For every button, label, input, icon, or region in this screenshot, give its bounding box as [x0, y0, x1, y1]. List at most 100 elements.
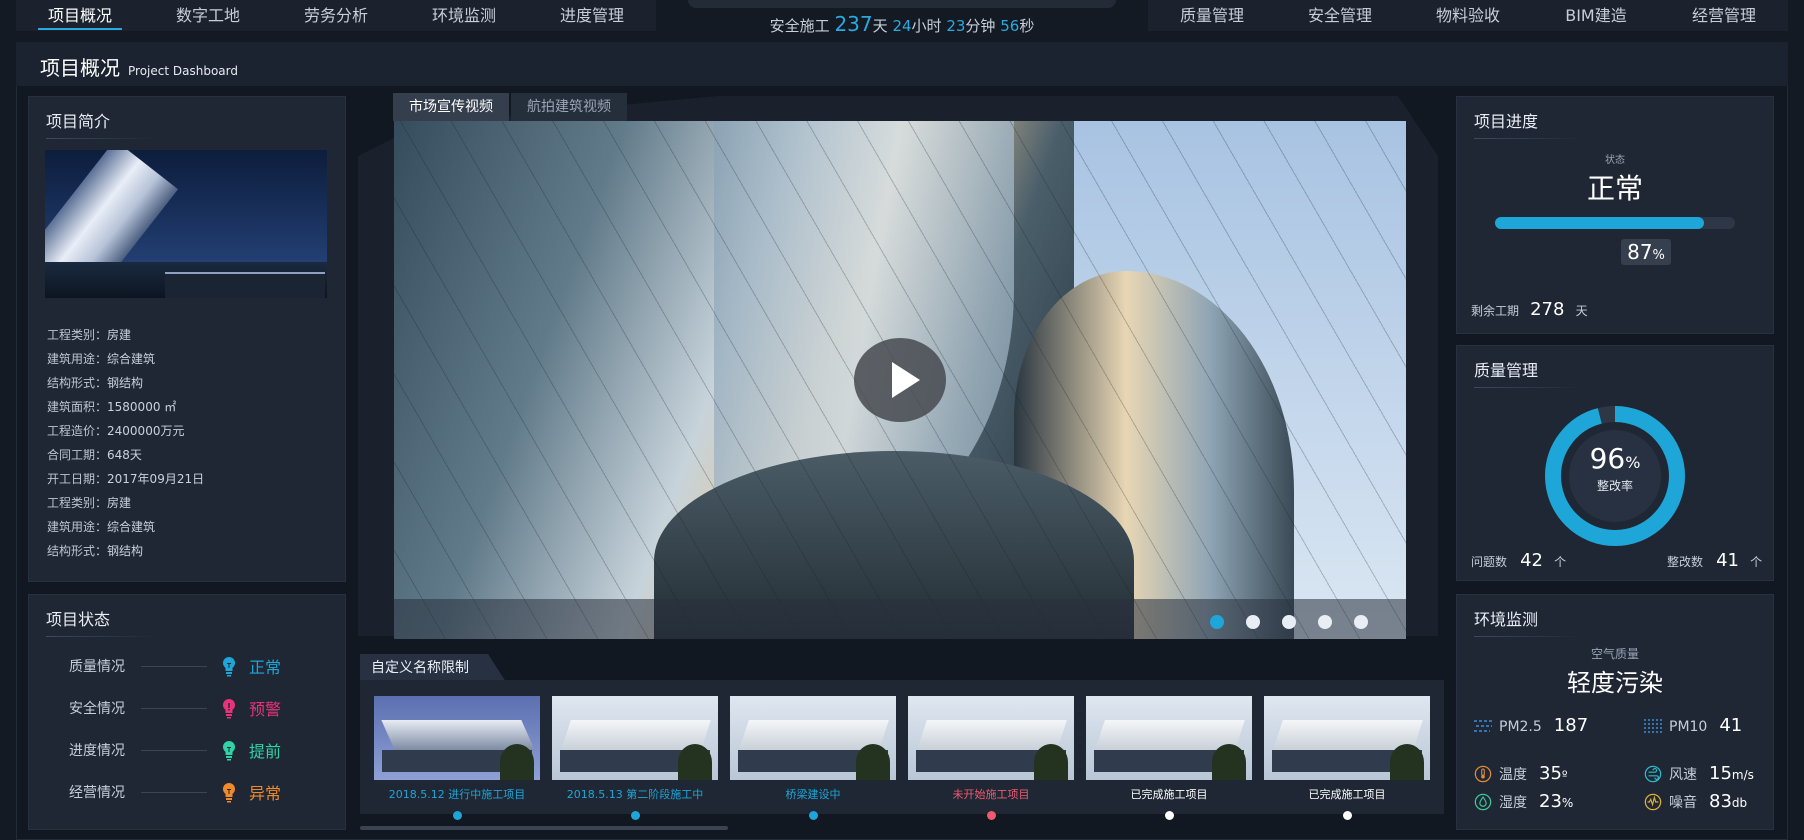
fixed-count-unit: 个: [1750, 555, 1763, 569]
remaining-label: 剩余工期: [1471, 304, 1520, 318]
thumbnail-item[interactable]: 2018.5.12 进行中施工项目: [374, 696, 540, 820]
thumbnail-item[interactable]: 桥梁建设中: [730, 696, 896, 820]
nav-item-digital-site[interactable]: 数字工地: [144, 0, 272, 31]
project-photo: [45, 150, 327, 298]
thumbnail-item[interactable]: 已完成施工项目: [1264, 696, 1430, 820]
environment-panel: 环境监测 空气质量 轻度污染 PM2.5 187 PM10 41 温度 35 º …: [1456, 594, 1774, 830]
nav-item-environment[interactable]: 环境监测: [400, 0, 528, 31]
info-row: 工程类别：房建: [47, 323, 204, 347]
video-tabs: 市场宣传视频 航拍建筑视频: [393, 93, 629, 121]
fixed-count: 整改数 41 个: [1667, 550, 1762, 571]
quality-panel: 质量管理 96% 整改率 问题数 42 个 整改数 41 个: [1456, 345, 1774, 581]
nav-item-quality[interactable]: 质量管理: [1148, 0, 1276, 31]
info-key: 建筑面积：: [47, 400, 108, 414]
progress-percent: 87: [1627, 240, 1653, 264]
noise-icon: [1644, 793, 1662, 810]
nav-item-material[interactable]: 物料验收: [1404, 0, 1532, 31]
noise-unit: db: [1731, 796, 1748, 810]
page-subtitle: Project Dashboard: [128, 64, 238, 78]
progress-bar: [1495, 217, 1735, 229]
bulb-icon: [222, 782, 236, 803]
info-row: 工程类别：房建: [47, 491, 204, 515]
timer-days-unit: 天: [872, 17, 888, 35]
thumbnail-item[interactable]: 2018.5.13 第二阶段施工中: [552, 696, 718, 820]
nav-item-schedule[interactable]: 进度管理: [528, 0, 656, 31]
fixed-count-label: 整改数: [1667, 555, 1704, 569]
nav-item-safety[interactable]: 安全管理: [1276, 0, 1404, 31]
progress-percent-badge: 87%: [1621, 239, 1671, 265]
play-icon[interactable]: [854, 338, 946, 422]
pm10-value: 41: [1719, 715, 1743, 736]
project-intro-panel: 项目简介 工程类别：房建 建筑用途：综合建筑 结构形式：钢结构 建筑面积：158…: [28, 96, 346, 582]
project-info-list: 工程类别：房建 建筑用途：综合建筑 结构形式：钢结构 建筑面积：1580000 …: [47, 323, 204, 563]
air-quality-caption: 空气质量: [1590, 647, 1639, 661]
info-value: 综合建筑: [107, 520, 156, 534]
thumbnail-status-dot: [808, 811, 818, 820]
progress-state-caption: 状态: [1605, 155, 1625, 166]
nav-item-bim[interactable]: BIM建造: [1532, 0, 1660, 31]
thumbnail-item[interactable]: 未开始施工项目: [908, 696, 1074, 820]
top-navigation: 项目概况 数字工地 劳务分析 环境监测 进度管理 安全施工 237天 24小时 …: [0, 0, 1804, 36]
thumbnail-caption: 2018.5.13 第二阶段施工中: [566, 788, 704, 801]
thermometer-icon: [1474, 765, 1492, 782]
carousel-dot[interactable]: [1246, 615, 1260, 629]
info-key: 工程类别：: [47, 496, 108, 510]
bulb-icon: [222, 656, 236, 677]
timer-minutes: 23: [946, 17, 966, 35]
remaining-value: 278: [1530, 299, 1565, 320]
noise-reading: 噪音 83 db: [1643, 791, 1747, 812]
status-divider: [141, 665, 207, 667]
info-key: 合同工期：: [47, 448, 108, 462]
status-value: 提前: [249, 742, 282, 761]
thumbnail-image: [552, 696, 718, 780]
humidity-icon: [1474, 793, 1492, 810]
thumbnail-caption: 已完成施工项目: [1130, 788, 1208, 801]
carousel-dot[interactable]: [1210, 615, 1224, 629]
carousel-dot[interactable]: [1354, 615, 1368, 629]
project-thumbnail-strip: 2018.5.12 进行中施工项目 2018.5.13 第二阶段施工中 桥梁建设…: [360, 680, 1444, 820]
carousel-dot[interactable]: [1282, 615, 1296, 629]
ring-label: 96% 整改率: [1541, 442, 1689, 494]
thumbnail-status-dot: [452, 811, 462, 820]
tab-aerial-video[interactable]: 航拍建筑视频: [511, 93, 627, 121]
issue-count-label: 问题数: [1471, 555, 1508, 569]
fixed-count-value: 41: [1716, 550, 1740, 571]
info-value: 钢结构: [107, 376, 144, 390]
bulb-icon: [222, 740, 236, 761]
pm10-icon: [1644, 718, 1662, 733]
timer-days: 237: [834, 12, 873, 36]
wind-value: 15: [1709, 763, 1732, 784]
info-key: 工程造价：: [47, 424, 108, 438]
safety-timer: 安全施工 237天 24小时 23分钟 56秒: [660, 12, 1144, 36]
temperature-value: 35: [1539, 763, 1562, 784]
project-progress-title: 项目进度: [1474, 108, 1585, 139]
nav-right-group: 质量管理 安全管理 物料验收 BIM建造 经营管理: [1148, 0, 1788, 31]
wind-unit: m/s: [1731, 768, 1754, 782]
status-value: 预警: [249, 700, 282, 719]
thumbnail-status-dot: [1164, 811, 1174, 820]
nav-item-business[interactable]: 经营管理: [1660, 0, 1788, 31]
status-value: 正常: [249, 658, 282, 677]
thumbnail-image: [730, 696, 896, 780]
info-value: 2400000万元: [107, 424, 185, 438]
page-title: 项目概况: [40, 56, 120, 80]
progress-state: 正常: [1586, 172, 1643, 205]
tab-promo-video[interactable]: 市场宣传视频: [393, 93, 509, 121]
pm10-reading: PM10 41: [1643, 715, 1742, 736]
carousel-dot[interactable]: [1318, 615, 1332, 629]
project-status-panel: 项目状态 质量情况 正常 安全情况 预警 进度情况 提前 经营情况 异常: [28, 594, 346, 830]
video-player[interactable]: [394, 121, 1406, 639]
info-row: 结构形式：钢结构: [47, 371, 204, 395]
info-key: 开工日期：: [47, 472, 108, 486]
thumbnail-status-dot: [1342, 811, 1352, 820]
wind-icon: [1644, 765, 1662, 782]
thumbnail-item[interactable]: 已完成施工项目: [1086, 696, 1252, 820]
quality-title: 质量管理: [1474, 357, 1585, 388]
nav-item-labor[interactable]: 劳务分析: [272, 0, 400, 31]
air-quality-state: 轻度污染: [1567, 669, 1663, 697]
timer-seconds-unit: 秒: [1019, 17, 1035, 35]
info-value: 房建: [107, 328, 132, 342]
nav-item-overview[interactable]: 项目概况: [16, 0, 144, 31]
rectification-rate: 96: [1589, 442, 1626, 475]
strip-scrollbar[interactable]: [360, 826, 728, 830]
